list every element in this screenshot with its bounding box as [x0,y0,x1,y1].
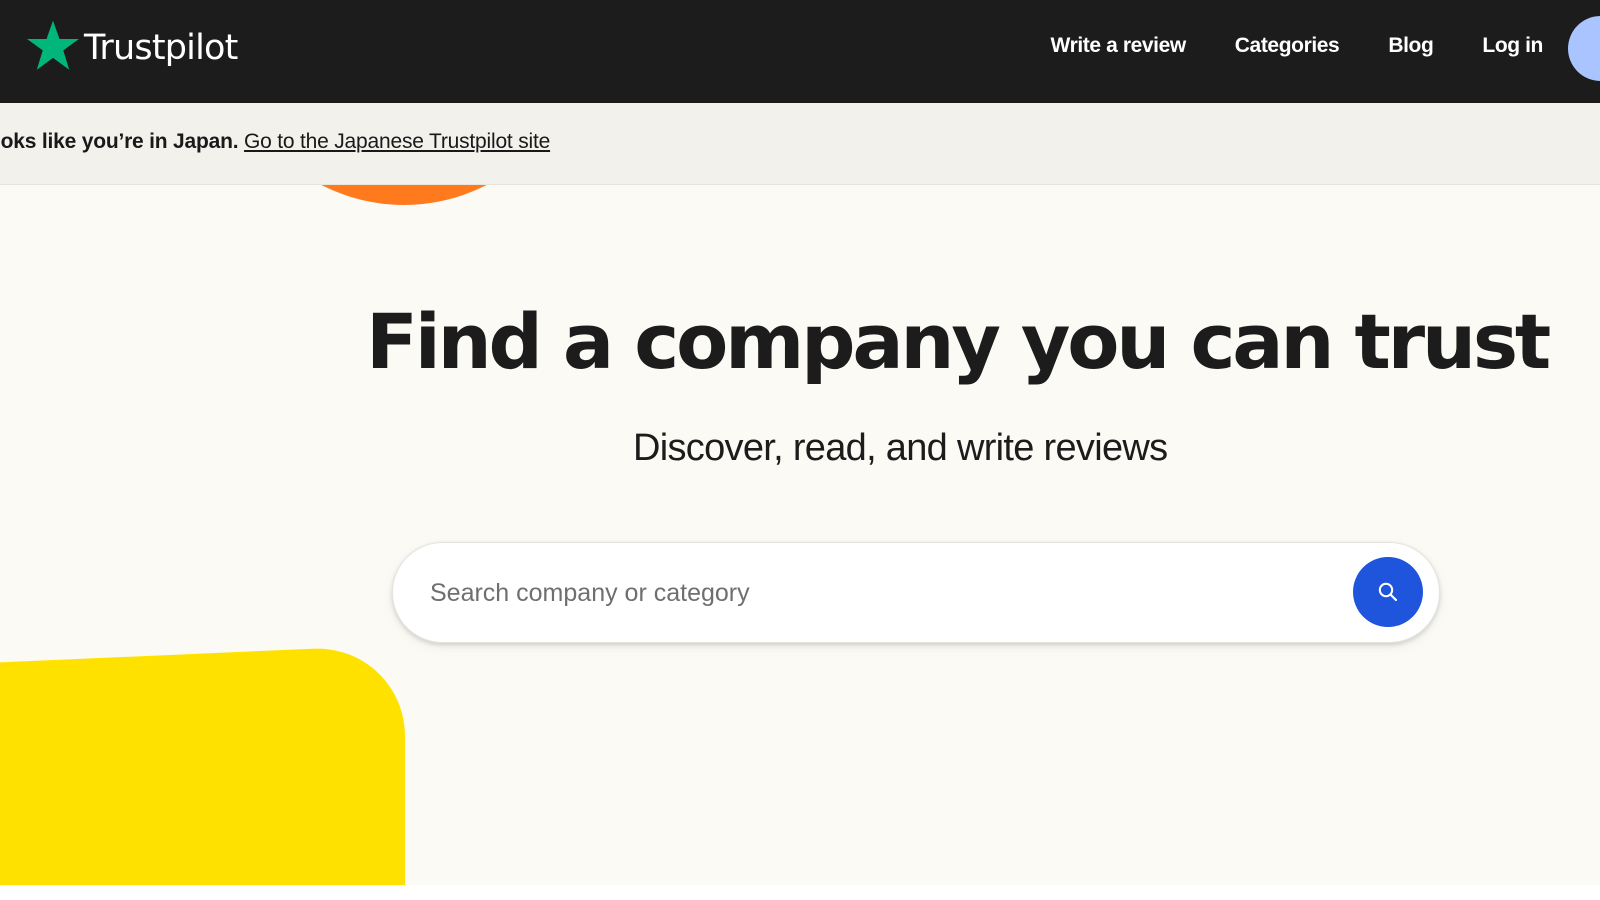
trustpilot-page: Trustpilot Write a review Categories Blo… [0,0,1600,900]
blog-link[interactable]: Blog [1388,34,1433,58]
top-navigation-bar: Trustpilot Write a review Categories Blo… [0,0,1600,103]
search-icon [1378,582,1398,602]
hero-title: Find a company you can trust [366,297,1551,386]
search-input[interactable] [430,571,1305,615]
categories-link[interactable]: Categories [1235,34,1340,58]
write-review-link[interactable]: Write a review [1051,34,1187,58]
company-search-form [392,542,1440,643]
orange-decorative-shape [224,185,584,205]
search-button[interactable] [1353,557,1423,627]
hero-section: Find a company you can trust Discover, r… [0,185,1600,885]
hero-subtitle: Discover, read, and write reviews [633,427,1168,469]
trustpilot-star-icon [27,20,79,70]
yellow-decorative-shape [0,644,405,885]
main-navigation: Write a review Categories Blog Log in [1051,34,1544,58]
locale-notice: ooks like you’re in Japan. Go to the Jap… [0,130,550,154]
japanese-site-link[interactable]: Go to the Japanese Trustpilot site [244,130,550,153]
trustpilot-logo-link[interactable]: Trustpilot [26,16,238,76]
login-link[interactable]: Log in [1482,34,1543,58]
locale-message: ooks like you’re in Japan. [0,130,239,153]
brand-name: Trustpilot [84,27,238,68]
user-avatar[interactable] [1568,16,1600,81]
page-bottom-strip [0,885,1600,900]
locale-notice-bar: ooks like you’re in Japan. Go to the Jap… [0,103,1600,185]
